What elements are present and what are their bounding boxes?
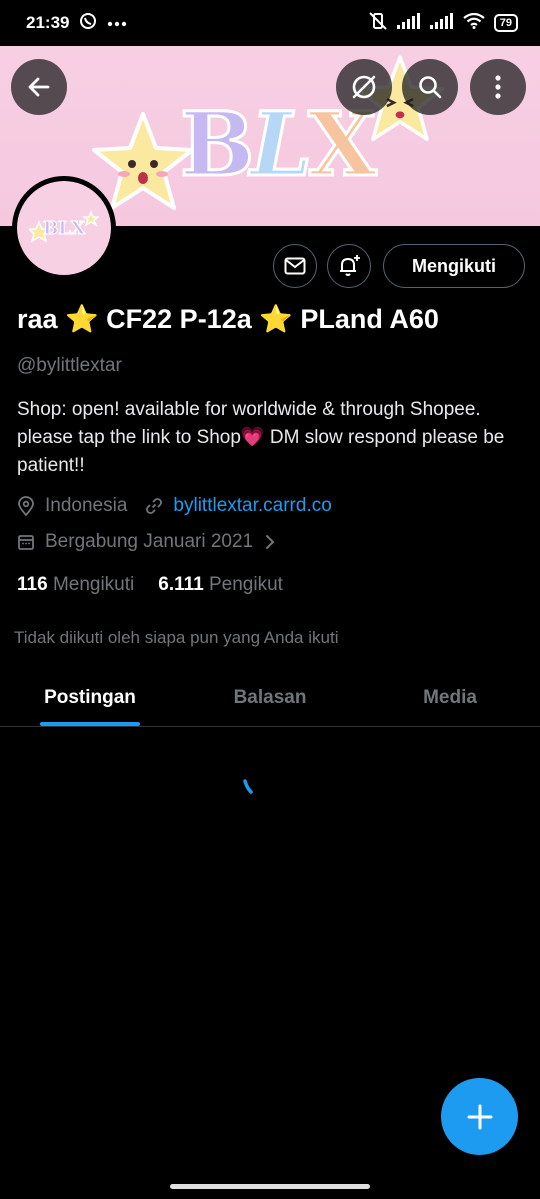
tab-posts[interactable]: Postingan (0, 670, 180, 726)
signal-icon (429, 12, 454, 34)
notifications-button[interactable] (327, 244, 371, 288)
mail-icon (284, 257, 306, 275)
mute-vibrate-icon (368, 11, 388, 35)
back-button[interactable] (11, 59, 67, 115)
joined-text: Bergabung Januari 2021 (45, 531, 254, 552)
chevron-right-icon (265, 534, 275, 550)
bell-plus-icon (340, 255, 360, 276)
website-link[interactable]: bylittlextar.carrd.co (173, 495, 331, 517)
more-options-button[interactable] (470, 59, 526, 115)
location-text: Indonesia (45, 495, 128, 516)
calendar-icon (17, 533, 35, 551)
compose-button[interactable] (441, 1078, 518, 1155)
followers-stat[interactable]: 6.111 Pengikut (158, 574, 283, 596)
signal-icon (396, 12, 421, 34)
arrow-left-icon (28, 77, 50, 97)
home-indicator[interactable] (170, 1184, 370, 1189)
follow-stats: 116 Mengikuti 6.111 Pengikut (17, 574, 283, 596)
location-pin-icon (17, 496, 35, 516)
whatsapp-icon (79, 12, 97, 35)
status-time: 21:39 (26, 13, 70, 32)
grok-icon (352, 75, 376, 99)
banner-logo: BLX (178, 91, 378, 198)
display-name: raa ⭐ CF22 P-12a ⭐ PLand A60 (17, 304, 439, 334)
message-button[interactable] (273, 244, 317, 288)
following-button[interactable]: Mengikuti (383, 244, 525, 288)
tab-replies[interactable]: Balasan (180, 670, 360, 726)
avatar-logo-text: BLX (43, 217, 86, 239)
wifi-icon (463, 12, 485, 34)
more-dots-icon (107, 14, 127, 32)
search-icon (419, 76, 442, 99)
grok-button[interactable] (336, 59, 392, 115)
tab-media[interactable]: Media (360, 670, 540, 726)
bio: Shop: open! available for worldwide & th… (17, 399, 505, 476)
location-website-row: Indonesia bylittlextar.carrd.co (17, 495, 332, 517)
following-stat[interactable]: 116 Mengikuti (17, 574, 134, 596)
joined-row[interactable]: Bergabung Januari 2021 (17, 531, 275, 553)
search-button[interactable] (402, 59, 458, 115)
handle: @bylittlextar (17, 355, 122, 376)
more-vertical-icon (495, 75, 501, 99)
profile-tabs: Postingan Balasan Media (0, 670, 540, 727)
status-bar: 21:39 79 (0, 0, 540, 46)
followed-by-note: Tidak diikuti oleh siapa pun yang Anda i… (14, 628, 339, 647)
battery-icon: 79 (493, 14, 518, 32)
loading-spinner-icon (243, 779, 253, 794)
link-icon (145, 497, 163, 515)
avatar[interactable]: BLX (12, 176, 116, 280)
plus-icon (467, 1104, 492, 1129)
